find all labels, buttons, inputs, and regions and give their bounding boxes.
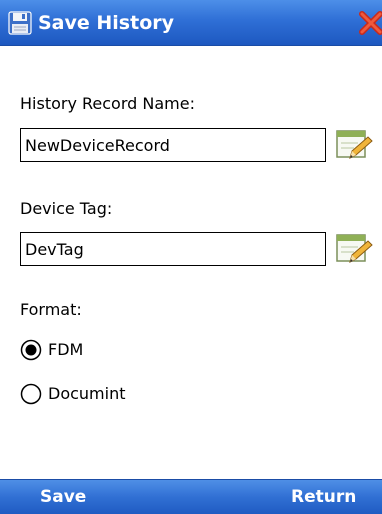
return-softkey[interactable]: Return	[291, 486, 356, 508]
edit-pencil-icon[interactable]	[334, 231, 374, 267]
format-option-label: FDM	[48, 340, 84, 359]
format-label: Format:	[20, 300, 82, 319]
format-option-label: Documint	[48, 384, 126, 403]
radio-selected-icon[interactable]	[20, 339, 42, 361]
record-name-label: History Record Name:	[20, 94, 195, 113]
edit-pencil-icon[interactable]	[334, 127, 374, 163]
record-name-input[interactable]	[20, 128, 326, 162]
floppy-disk-icon	[8, 11, 32, 35]
format-option-documint[interactable]: Documint	[20, 381, 170, 407]
softkey-bar: Save Return	[0, 479, 382, 514]
window-title: Save History	[38, 12, 175, 34]
radio-unselected-icon[interactable]	[20, 383, 42, 405]
close-x-icon[interactable]	[358, 9, 382, 37]
format-option-fdm[interactable]: FDM	[20, 337, 140, 363]
device-tag-input[interactable]	[20, 232, 326, 266]
title-bar: Save History	[0, 0, 382, 46]
save-softkey[interactable]: Save	[40, 486, 86, 508]
device-tag-label: Device Tag:	[20, 199, 113, 218]
